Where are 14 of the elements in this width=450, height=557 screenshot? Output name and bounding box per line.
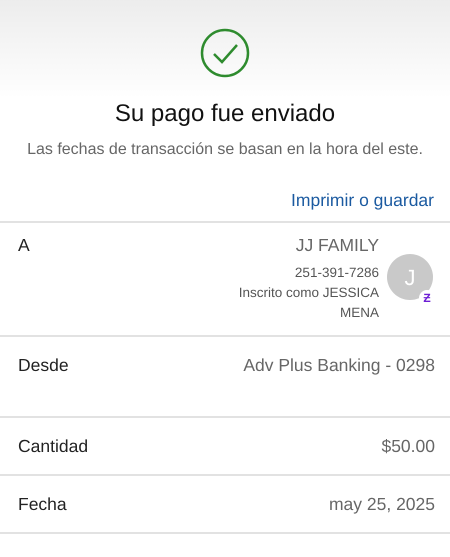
success-check-icon	[200, 28, 250, 78]
detail-label: Fecha	[18, 493, 67, 516]
recipient-name: JJ FAMILY	[296, 234, 379, 258]
detail-value: Adv Plus Banking - 0298	[243, 354, 435, 377]
recipient-detail: 251-391-7286	[294, 264, 379, 282]
recipient-detail: Inscrito como JESSICA MENA	[238, 284, 379, 322]
detail-label: Cantidad	[18, 434, 88, 458]
detail-value: $50.00	[381, 434, 435, 458]
page-title: Su pago fue enviado	[114, 99, 336, 129]
print-save-link[interactable]: Imprimir o guardar	[291, 187, 434, 214]
detail-value: may 25, 2025	[328, 493, 435, 516]
info-text: Las fechas de transacción se basan en la hora del este.	[26, 140, 424, 160]
detail-label: A	[18, 234, 30, 258]
detail-label: Desde	[18, 354, 69, 376]
